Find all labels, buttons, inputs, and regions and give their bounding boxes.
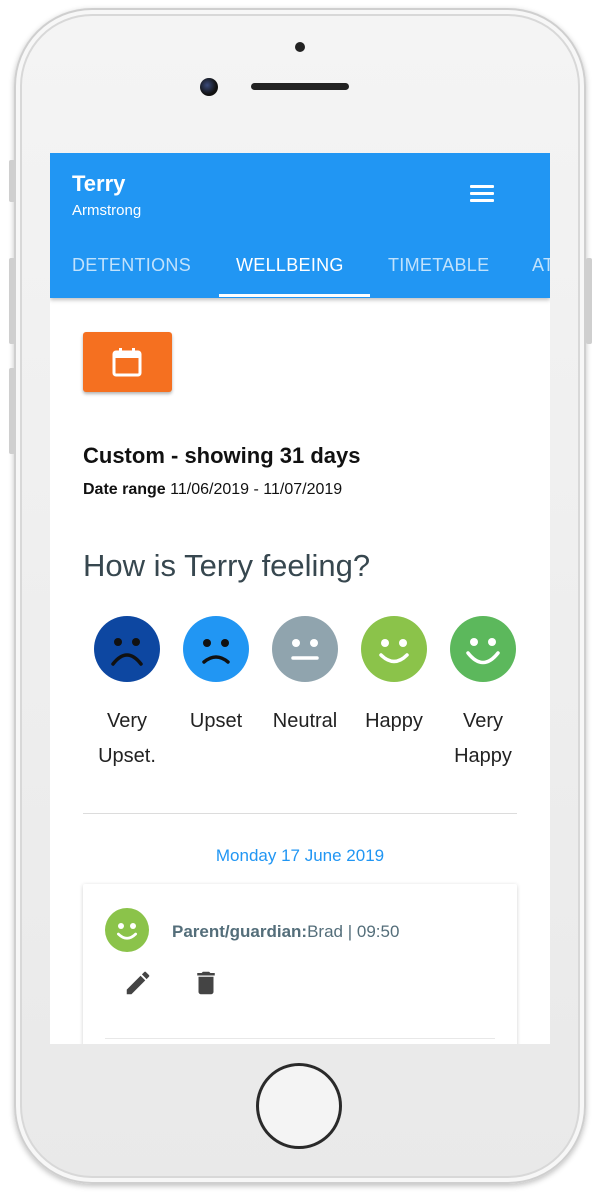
very-happy-label-line2: Happy [454,745,512,767]
very-happy-label: Very Happy [438,704,528,774]
very-upset-label-line1: Very [106,710,148,732]
app-bar: Terry Armstrong DETENTIONS WELLBEING TIM… [50,153,550,298]
very-upset-face-icon [111,638,143,666]
entry-time: 09:50 [356,922,400,941]
phone-volume-up [9,258,15,344]
very-upset-label-line2: Upset. [98,745,156,767]
upset-label: Upset [189,710,243,732]
tab-attendance[interactable]: AT [532,255,550,276]
very-happy-face-icon [466,638,500,665]
date-range-value: 11/06/2019 - 11/07/2019 [170,481,343,498]
very-upset-face-button[interactable] [94,616,160,682]
date-range-title: Custom - showing 31 days [83,443,361,468]
date-range-line: Date range 11/06/2019 - 11/07/2019 [83,481,342,499]
very-happy-label-line1: Very [462,710,504,732]
happy-face-icon [379,639,409,664]
app-screen: Terry Armstrong DETENTIONS WELLBEING TIM… [50,153,550,1044]
wellbeing-entry-card: Parent/guardian:Brad | 09:50 [83,884,517,1044]
tab-timetable[interactable]: TIMETABLE [388,255,489,276]
entry-meta: Parent/guardian:Brad | 09:50 [172,922,399,942]
happy-face-button[interactable] [361,616,427,682]
day-heading: Monday 17 June 2019 [215,846,385,865]
section-divider [83,813,517,814]
entry-author-role: Parent/guardian: [172,922,308,941]
calendar-icon [112,348,142,377]
very-upset-label: Very Upset. [82,704,172,774]
student-first-name: Terry [72,171,126,196]
phone-mute-switch [9,160,15,202]
phone-volume-down [9,368,15,454]
feeling-heading: How is Terry feeling? [83,548,371,583]
upset-face-button[interactable] [183,616,249,682]
entry-mood-badge [105,908,149,952]
neutral-face-button[interactable] [272,616,338,682]
front-camera [200,78,218,96]
happy-label: Happy [365,710,423,732]
tab-detentions[interactable]: DETENTIONS [72,255,191,276]
date-range-button[interactable] [83,332,172,392]
neutral-face-icon [291,639,319,660]
tab-wellbeing[interactable]: WELLBEING [236,255,344,276]
delete-trash-icon[interactable] [191,968,221,998]
phone-power-button [586,258,592,344]
very-happy-face-button[interactable] [450,616,516,682]
entry-author-name: Brad [307,922,344,941]
neutral-label: Neutral [272,710,338,732]
active-tab-indicator [219,294,370,297]
earpiece-speaker [251,83,349,90]
student-last-name: Armstrong [72,202,142,219]
date-range-label: Date range [83,481,166,498]
happy-face-icon [117,923,137,940]
home-button[interactable] [256,1063,342,1149]
entry-detail-area [105,1038,495,1044]
hamburger-menu-icon[interactable] [470,183,496,203]
proximity-sensor [295,42,305,52]
edit-pencil-icon[interactable] [123,968,153,998]
upset-face-icon [202,639,230,664]
tab-bar: DETENTIONS WELLBEING TIMETABLE AT [50,243,550,298]
entry-separator: | [343,922,357,941]
